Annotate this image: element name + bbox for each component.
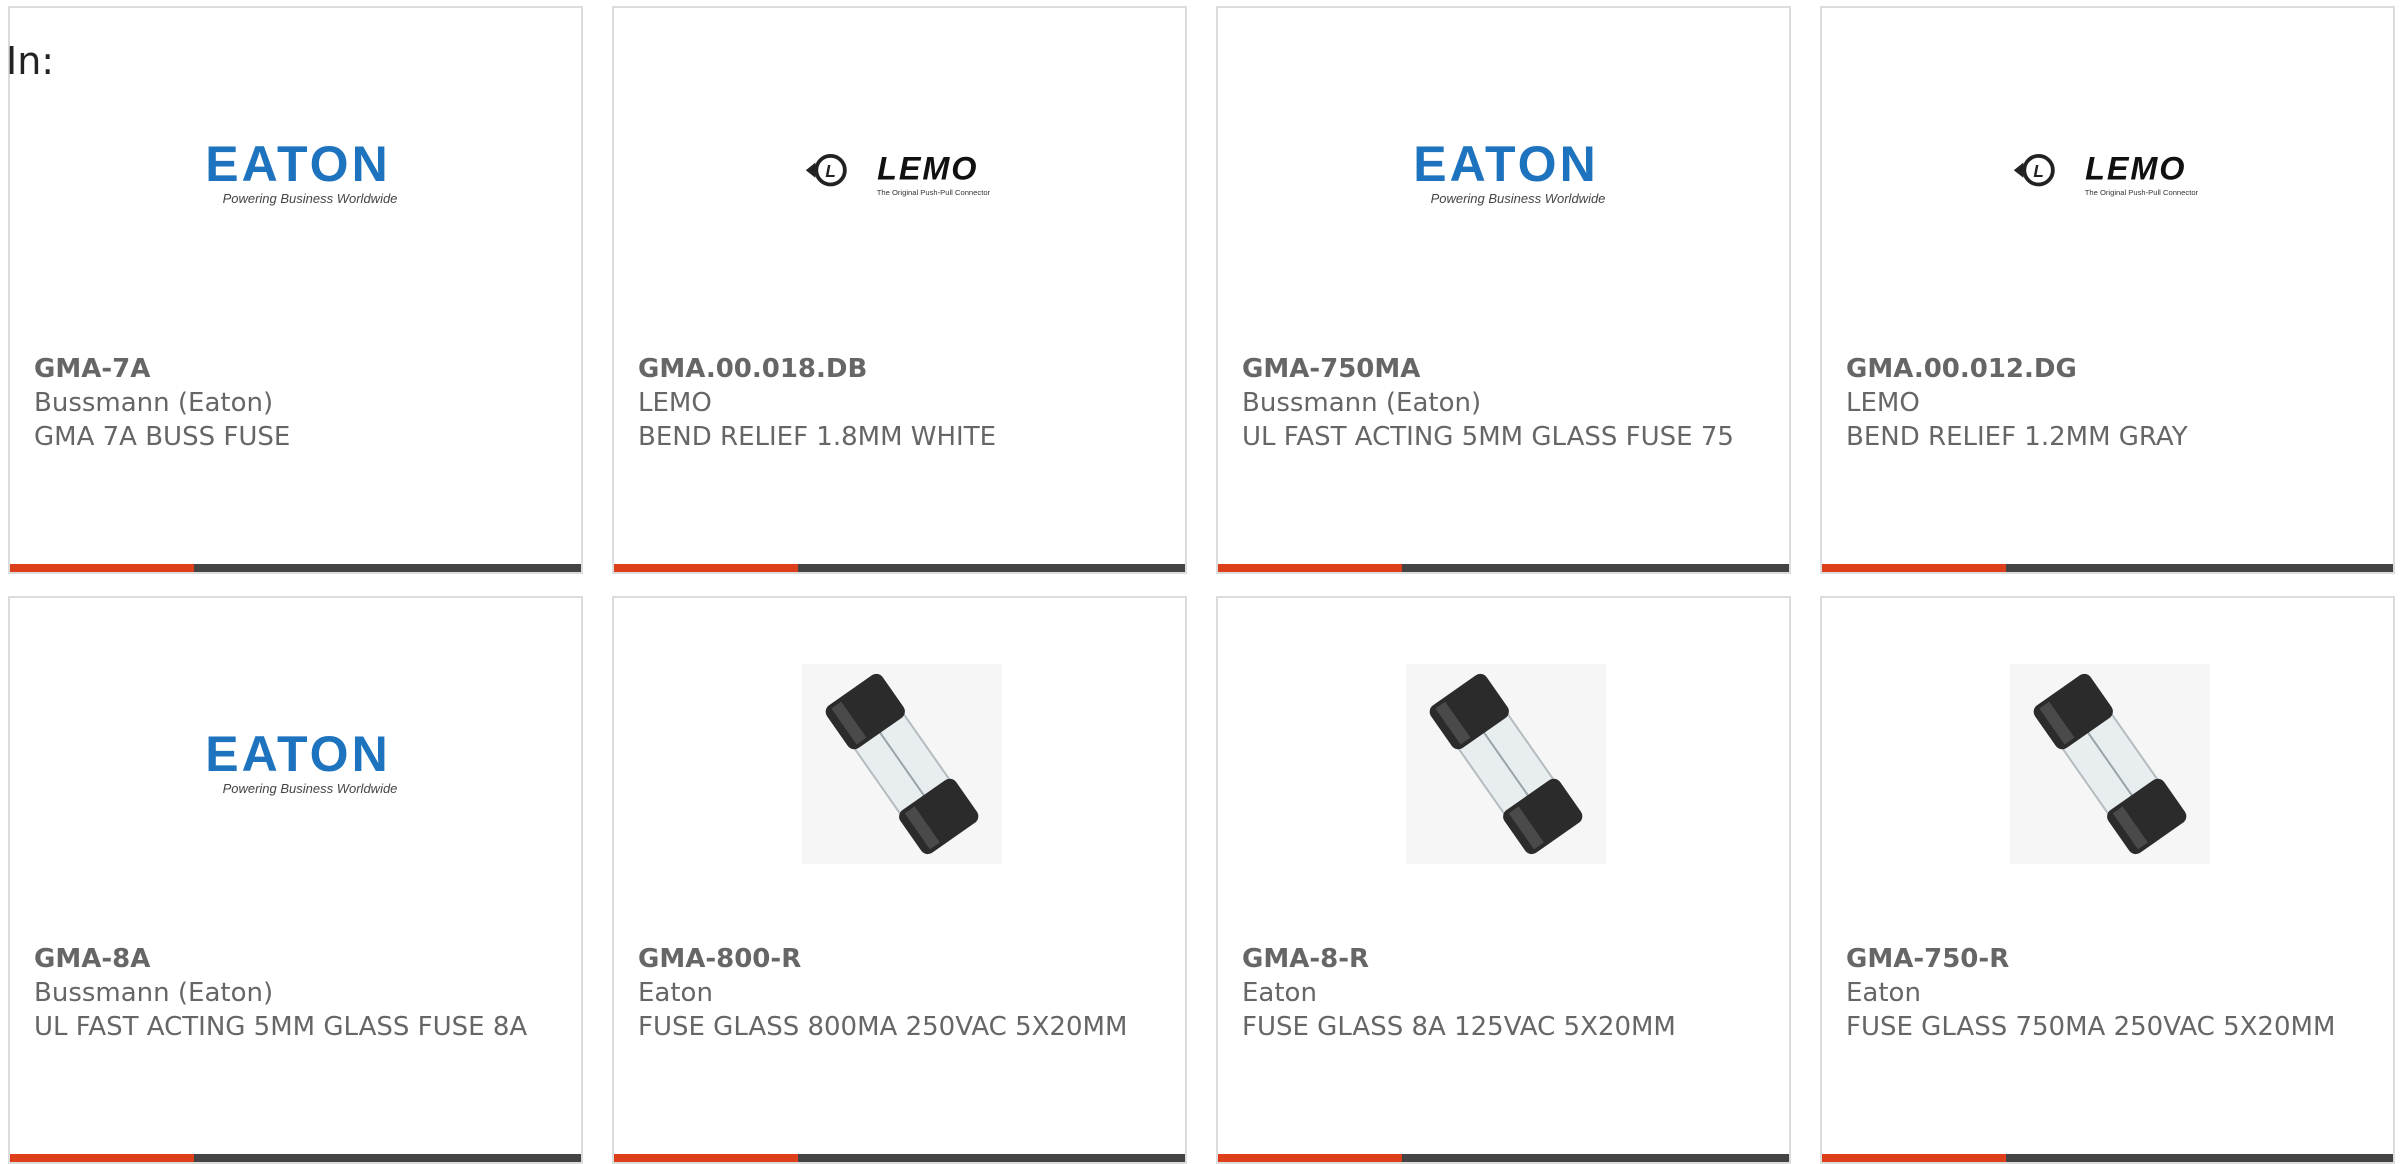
eaton-tagline: Powering Business Worldwide [1431,191,1606,206]
product-description: UL FAST ACTING 5MM GLASS FUSE 75 [1242,422,1734,452]
product-description: GMA 7A BUSS FUSE [34,422,291,452]
product-description: UL FAST ACTING 5MM GLASS FUSE 8A [34,1012,528,1042]
svg-text:L: L [2033,161,2043,181]
part-number-link[interactable]: GMA-7A [34,352,551,386]
product-card[interactable]: EATON Powering Business Worldwide GMA-75… [1216,6,1791,574]
lemo-wordmark: LEMO [2085,151,2186,187]
card-footer-bar [1822,564,2393,572]
eaton-wordmark: EATON [1413,139,1598,192]
product-description: FUSE GLASS 750MA 250VAC 5X20MM [1846,1012,2336,1042]
eaton-logo: EATON Powering Business Worldwide [1406,74,1606,274]
part-number-link[interactable]: GMA-8-R [1242,942,1759,976]
manufacturer-name: Eaton [638,978,713,1008]
card-footer-bar [1218,564,1789,572]
part-number-link[interactable]: GMA.00.018.DB [638,352,1155,386]
eaton-logo: EATON Powering Business Worldwide [198,74,398,274]
product-description: FUSE GLASS 800MA 250VAC 5X20MM [638,1012,1128,1042]
svg-text:L: L [825,161,835,181]
card-footer-accent [1822,564,2006,572]
product-description: FUSE GLASS 8A 125VAC 5X20MM [1242,1012,1676,1042]
lemo-tagline: The Original Push-Pull Connector [877,188,991,197]
part-number-link[interactable]: GMA.00.012.DG [1846,352,2363,386]
product-card[interactable]: GMA-750-R Eaton FUSE GLASS 750MA 250VAC … [1820,596,2395,1164]
manufacturer-name: LEMO [1846,388,1920,418]
product-card[interactable]: EATON Powering Business Worldwide GMA-8A… [8,596,583,1164]
part-number-link[interactable]: GMA-800-R [638,942,1155,976]
lemo-tagline: The Original Push-Pull Connector [2085,188,2199,197]
product-card[interactable]: L LEMO The Original Push-Pull Connector … [1820,6,2395,574]
card-footer-accent [1218,564,1402,572]
product-card[interactable]: EATON Powering Business Worldwide GMA-7A… [8,6,583,574]
part-number-link[interactable]: GMA-750MA [1242,352,1759,386]
part-number-link[interactable]: GMA-8A [34,942,551,976]
card-footer-bar [10,564,581,572]
manufacturer-name: Bussmann (Eaton) [34,388,274,418]
glass-fuse-photo [1406,664,1606,864]
eaton-logo: EATON Powering Business Worldwide [198,664,398,864]
product-description: BEND RELIEF 1.2MM GRAY [1846,422,2188,452]
eaton-wordmark: EATON [205,729,390,782]
manufacturer-name: LEMO [638,388,712,418]
eaton-wordmark: EATON [205,139,390,192]
manufacturer-name: Bussmann (Eaton) [34,978,274,1008]
eaton-tagline: Powering Business Worldwide [223,191,398,206]
part-number-link[interactable]: GMA-750-R [1846,942,2363,976]
eaton-tagline: Powering Business Worldwide [223,781,398,796]
card-footer-bar [614,564,1185,572]
results-in-label: In: [6,39,55,83]
manufacturer-name: Eaton [1846,978,1921,1008]
product-card[interactable]: GMA-8-R Eaton FUSE GLASS 8A 125VAC 5X20M… [1216,596,1791,1164]
lemo-wordmark: LEMO [877,151,978,187]
product-description: BEND RELIEF 1.8MM WHITE [638,422,997,452]
lemo-logo: L LEMO The Original Push-Pull Connector [802,74,1002,274]
card-footer-accent [10,564,194,572]
product-card[interactable]: L LEMO The Original Push-Pull Connector … [612,6,1187,574]
card-footer-accent [614,564,798,572]
lemo-logo: L LEMO The Original Push-Pull Connector [2010,74,2210,274]
glass-fuse-photo [802,664,1002,864]
manufacturer-name: Bussmann (Eaton) [1242,388,1482,418]
product-card[interactable]: GMA-800-R Eaton FUSE GLASS 800MA 250VAC … [612,596,1187,1164]
manufacturer-name: Eaton [1242,978,1317,1008]
glass-fuse-photo [2010,664,2210,864]
